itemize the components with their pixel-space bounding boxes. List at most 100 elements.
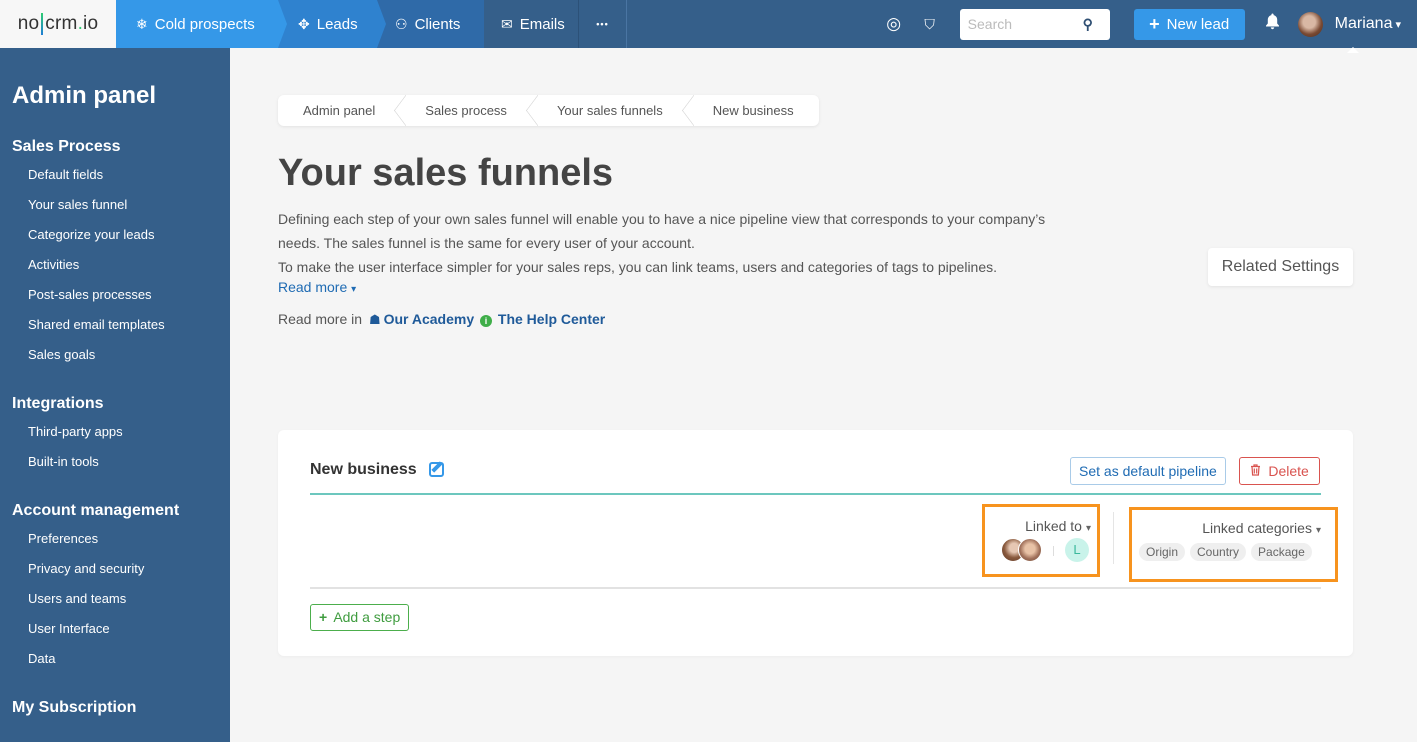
sidebar-item-data[interactable]: Data	[12, 649, 230, 679]
description-paragraph-1: Defining each step of your own sales fun…	[278, 211, 1046, 251]
delete-label: Delete	[1268, 463, 1309, 479]
sidebar-section-my-subscription[interactable]: My Subscription	[12, 699, 230, 717]
sidebar-item-preferences[interactable]: Preferences	[12, 529, 230, 559]
user-avatar[interactable]	[1297, 11, 1323, 37]
linked-to-label: Linked to	[1025, 518, 1082, 534]
nocrm-logo[interactable]: no crm. io	[0, 0, 116, 48]
help-center-link[interactable]: The Help Center	[498, 311, 605, 327]
linked-categories-panel[interactable]: Linked categories ▾ Origin Country Packag…	[1129, 507, 1338, 582]
breadcrumb-item-admin-panel[interactable]: Admin panel	[278, 95, 407, 126]
tab-cold-prospects[interactable]: ❄ Cold prospects	[116, 0, 287, 48]
tab-clients[interactable]: ⚇ Clients	[377, 0, 484, 48]
linked-to-dropdown[interactable]: Linked to ▾	[1025, 518, 1091, 534]
sidebar-item-users-teams[interactable]: Users and teams	[12, 589, 230, 619]
tab-leads[interactable]: ✥ Leads	[278, 0, 386, 48]
caret-down-icon: ▾	[351, 284, 357, 295]
admin-sidebar: Admin panel Sales Process Default fields…	[0, 48, 230, 742]
linked-team-badge: L	[1065, 538, 1089, 562]
sidebar-item-default-fields[interactable]: Default fields	[12, 165, 230, 195]
envelope-icon: ✉	[501, 15, 513, 32]
steps-divider	[310, 587, 1321, 589]
tab-label: Emails	[519, 15, 565, 33]
caret-down-icon: ▾	[1085, 523, 1091, 534]
sidebar-item-post-sales[interactable]: Post-sales processes	[12, 285, 230, 315]
logo-text-io: io	[83, 13, 99, 34]
read-more-label: Read more	[278, 279, 348, 295]
sidebar-section-sales-process: Sales Process	[12, 138, 121, 155]
tab-label: Leads	[316, 15, 358, 33]
category-tags: Origin Country Package	[1139, 543, 1312, 561]
read-more-toggle[interactable]: Read more ▾	[278, 279, 356, 295]
handshake-icon: ⚇	[395, 15, 408, 32]
linked-to-panel[interactable]: Linked to ▾ L	[982, 504, 1100, 577]
tab-arrow	[377, 0, 386, 48]
logo-divider	[41, 13, 44, 35]
more-menu-button[interactable]: •••	[579, 0, 627, 48]
sidebar-section-integrations: Integrations	[12, 395, 104, 412]
breadcrumb-item-sales-funnels[interactable]: Your sales funnels	[532, 95, 694, 126]
search-box: ⚲	[959, 8, 1110, 40]
graduation-cap-icon: ☗	[368, 312, 381, 327]
crosshair-icon: ✥	[298, 15, 310, 32]
set-default-pipeline-button[interactable]: Set as default pipeline	[1070, 457, 1226, 485]
avatar-separator	[1053, 546, 1054, 556]
tab-label: Clients	[414, 15, 461, 33]
category-tag-package: Package	[1251, 543, 1312, 561]
description-paragraph-2: To make the user interface simpler for y…	[278, 259, 998, 275]
breadcrumb-item-new-business[interactable]: New business	[688, 95, 819, 126]
menu-notch	[1346, 47, 1359, 53]
logo-text-crm: crm	[45, 13, 78, 34]
sidebar-item-user-interface[interactable]: User Interface	[12, 619, 230, 649]
tab-label: Cold prospects	[154, 15, 255, 33]
sidebar-section-account-management: Account management	[12, 502, 180, 519]
search-input[interactable]	[967, 16, 1083, 32]
sidebar-list-account-management: Preferences Privacy and security Users a…	[12, 529, 230, 679]
sidebar-item-built-in-tools[interactable]: Built-in tools	[12, 452, 230, 482]
sidebar-list-integrations: Third-party apps Built-in tools	[12, 422, 230, 482]
tab-arrow	[278, 0, 287, 48]
edit-icon[interactable]	[429, 462, 444, 477]
category-tag-country: Country	[1190, 543, 1247, 561]
bell-icon[interactable]	[1265, 13, 1280, 35]
logo-text-no: no	[17, 13, 40, 34]
pipeline-card: New business Set as default pipeline Del…	[278, 430, 1353, 656]
related-settings-button[interactable]: Related Settings	[1208, 248, 1353, 286]
add-step-button[interactable]: + Add a step	[310, 604, 410, 631]
sidebar-item-categorize-leads[interactable]: Categorize your leads	[12, 225, 230, 255]
pipeline-header-divider	[310, 493, 1321, 495]
user-name: Mariana	[1334, 15, 1393, 32]
linked-user-avatar	[1018, 538, 1042, 562]
academy-link[interactable]: Our Academy	[384, 311, 475, 327]
sidebar-item-your-sales-funnel[interactable]: Your sales funnel	[12, 195, 230, 225]
linked-categories-label: Linked categories	[1202, 520, 1312, 536]
top-right-controls: ◎ ⛉ ⚲ + New lead Mariana▾	[876, 0, 1417, 53]
search-icon[interactable]: ⚲	[1083, 16, 1093, 33]
page-description: Defining each step of your own sales fun…	[278, 207, 1048, 279]
sidebar-item-third-party-apps[interactable]: Third-party apps	[12, 422, 230, 452]
new-lead-label: New lead	[1166, 15, 1230, 33]
pipeline-name: New business	[310, 461, 417, 478]
linked-categories-dropdown[interactable]: Linked categories ▾	[1202, 520, 1321, 536]
new-lead-button[interactable]: + New lead	[1133, 8, 1245, 40]
breadcrumb-item-sales-process[interactable]: Sales process	[400, 95, 538, 126]
user-menu[interactable]: Mariana ▾	[1334, 15, 1401, 53]
tab-emails[interactable]: ✉ Emails	[484, 0, 579, 48]
delete-pipeline-button[interactable]: Delete	[1239, 457, 1320, 485]
target-icon[interactable]: ◎	[876, 14, 912, 34]
read-more-in-label: Read more in	[278, 311, 363, 327]
caret-down-icon: ▾	[1395, 19, 1401, 31]
trash-icon	[1250, 464, 1264, 479]
breadcrumb: Admin panel Sales process Your sales fun…	[278, 95, 819, 126]
sidebar-item-email-templates[interactable]: Shared email templates	[12, 315, 230, 345]
info-icon: i	[480, 315, 492, 327]
sidebar-title: Admin panel	[12, 82, 157, 109]
plus-icon: +	[1149, 13, 1160, 34]
page-title: Your sales funnels	[278, 152, 614, 194]
sidebar-list-sales-process: Default fields Your sales funnel Categor…	[12, 165, 230, 375]
top-navigation-bar: no crm. io ❄ Cold prospects ✥ Leads ⚇ Clie…	[0, 0, 1417, 53]
plus-icon: +	[319, 609, 328, 625]
sidebar-item-privacy-security[interactable]: Privacy and security	[12, 559, 230, 589]
bookmark-icon[interactable]: ⛉	[912, 16, 948, 33]
sidebar-item-sales-goals[interactable]: Sales goals	[12, 345, 230, 375]
sidebar-item-activities[interactable]: Activities	[12, 255, 230, 285]
